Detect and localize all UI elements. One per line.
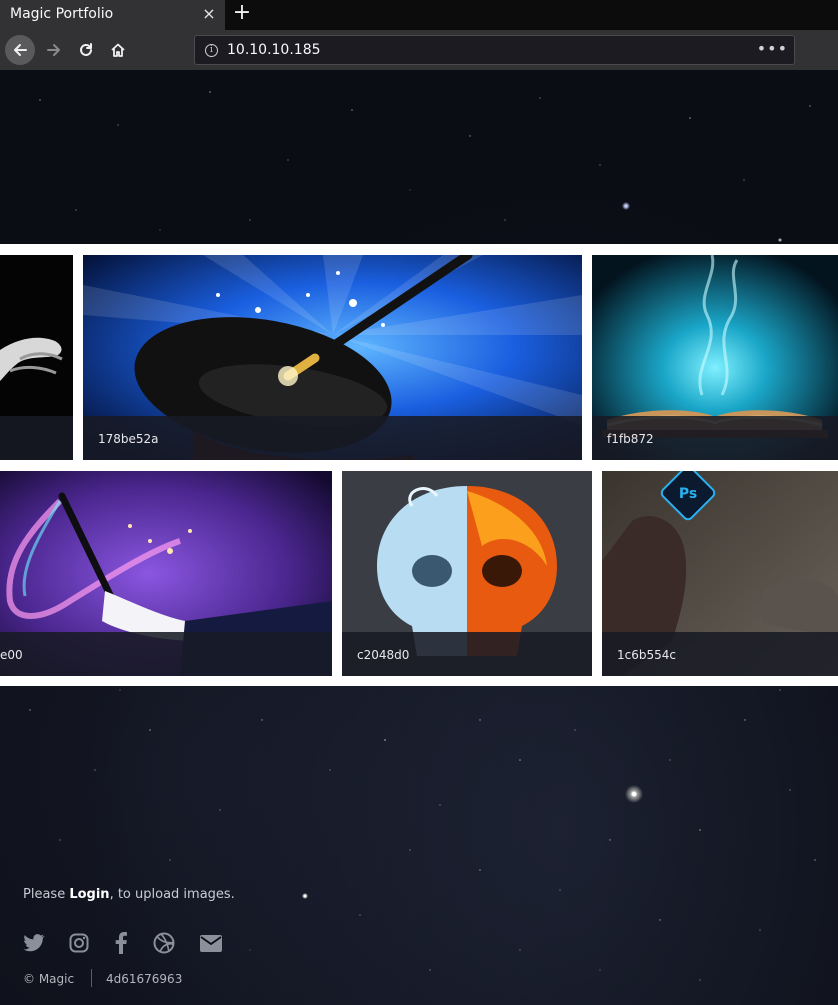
forward-button[interactable] xyxy=(39,35,69,65)
login-prompt: Please Login, to upload images. xyxy=(23,887,235,902)
gallery-card[interactable]: f1fb872 xyxy=(592,255,838,460)
login-link[interactable]: Login xyxy=(69,887,109,902)
browser-toolbar: i 10.10.10.185 ••• xyxy=(0,30,838,70)
gallery-card[interactable]: e00 xyxy=(0,471,332,676)
facebook-icon[interactable] xyxy=(109,932,133,954)
info-icon[interactable]: i xyxy=(205,44,218,57)
new-tab-button[interactable]: + xyxy=(230,1,254,27)
gallery-card[interactable] xyxy=(0,255,73,460)
twitter-icon[interactable] xyxy=(22,932,46,954)
copyright-text: © Magic xyxy=(23,972,75,986)
card-caption-bar xyxy=(0,632,332,676)
page-actions-icon[interactable]: ••• xyxy=(757,36,788,64)
home-icon xyxy=(111,43,125,57)
card-label: e00 xyxy=(0,648,23,662)
login-prefix: Please xyxy=(23,887,70,902)
instagram-icon[interactable] xyxy=(67,932,91,954)
page-content: 178be52a f1fb872 e00 c2048d0 Ps 1c6b554c… xyxy=(0,70,838,1005)
arrow-right-icon xyxy=(47,44,60,56)
tab-close-icon[interactable]: × xyxy=(199,2,219,26)
gallery-card[interactable]: c2048d0 xyxy=(342,471,592,676)
browser-tab[interactable]: Magic Portfolio × xyxy=(0,0,225,30)
card-label: f1fb872 xyxy=(607,432,654,446)
gallery-card[interactable]: 178be52a xyxy=(83,255,582,460)
tab-strip: Magic Portfolio × + xyxy=(0,0,838,30)
footer-hash: 4d61676963 xyxy=(106,972,183,986)
gallery-card[interactable]: Ps 1c6b554c xyxy=(602,471,838,676)
svg-text:Ps: Ps xyxy=(679,486,697,502)
card-caption-bar xyxy=(0,416,73,460)
card-label: 1c6b554c xyxy=(617,648,676,662)
card-label: 178be52a xyxy=(98,432,159,446)
home-button[interactable] xyxy=(103,35,133,65)
dribbble-icon[interactable] xyxy=(152,932,176,954)
email-icon[interactable] xyxy=(199,932,223,954)
login-suffix: , to upload images. xyxy=(109,887,235,902)
footer-divider xyxy=(91,969,92,987)
card-label: c2048d0 xyxy=(357,648,410,662)
reload-icon xyxy=(80,43,92,56)
tab-title: Magic Portfolio xyxy=(10,6,114,22)
reload-button[interactable] xyxy=(71,35,101,65)
back-button[interactable] xyxy=(5,35,35,65)
url-bar[interactable]: i 10.10.10.185 ••• xyxy=(194,35,795,65)
url-text[interactable]: 10.10.10.185 xyxy=(227,36,321,64)
image-gallery: 178be52a f1fb872 e00 c2048d0 Ps 1c6b554c xyxy=(0,244,838,686)
arrow-left-icon xyxy=(14,44,27,56)
